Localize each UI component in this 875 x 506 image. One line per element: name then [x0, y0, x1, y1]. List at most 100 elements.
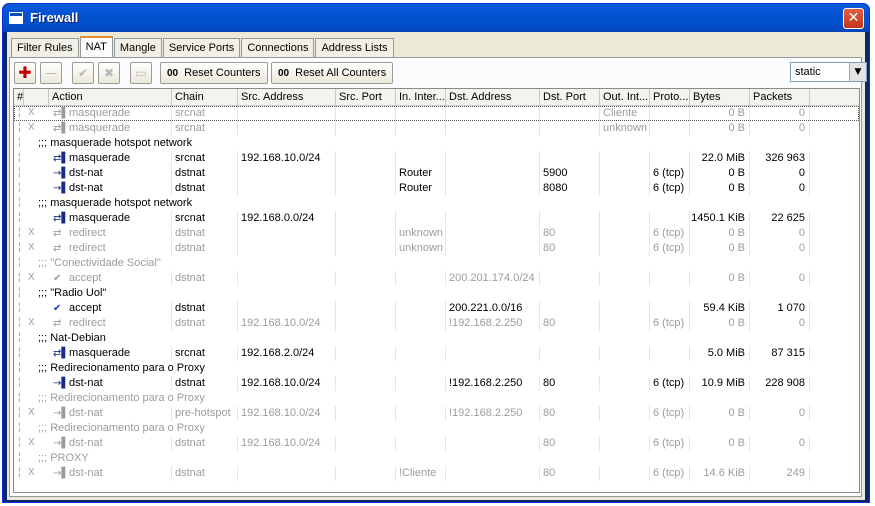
comment-row[interactable]: ¦ ;;; Redirecionamento para o Proxy [14, 361, 859, 376]
cell-protocol: 6 (tcp) [650, 226, 690, 241]
tab-address-lists[interactable]: Address Lists [315, 38, 394, 57]
cell-dst-address: !192.168.2.250 [446, 316, 540, 331]
cell-chain: dstnat [172, 166, 238, 181]
column-header-out-interface[interactable]: Out. Int... [600, 89, 650, 106]
counter-icon: 00 [278, 68, 290, 79]
disable-button[interactable]: ✖ [98, 62, 120, 84]
table-row[interactable]: ¦ X ⇄ redirect dstnat unknown 80 6 (tcp) 0 B0 [14, 241, 859, 256]
table-row[interactable]: ¦ ⇄▌masquerade srcnat 192.168.10.0/24 22.0 M… [14, 151, 859, 166]
comment-row[interactable]: ¦ ;;; Redirecionamento para o Proxy [14, 421, 859, 436]
table-row[interactable]: ¦ ✔ accept dstnat 200.221.0.0/16 59.4 KiB 1 07… [14, 301, 859, 316]
cell-bytes: 0 B [690, 241, 750, 256]
column-header-chain[interactable]: Chain [172, 89, 238, 106]
reset-counters-button[interactable]: 00 Reset Counters [160, 62, 268, 84]
comment-button[interactable]: ▭ [130, 62, 152, 84]
close-button[interactable]: ✕ [843, 8, 864, 29]
cell-in-interface [396, 436, 446, 451]
rule-comment: ;;; Nat-Debian [38, 332, 106, 344]
column-header-flag[interactable] [24, 89, 49, 106]
cell-src-port [336, 166, 396, 181]
row-marker: ¦ [18, 152, 21, 163]
tab-mangle[interactable]: Mangle [113, 38, 162, 57]
table-row[interactable]: ¦ X →▌dst-nat pre-hotspot 192.168.10.0/24 !19… [14, 406, 859, 421]
disabled-flag: X [28, 122, 35, 133]
rule-comment: ;;; Redirecionamento para o Proxy [38, 392, 205, 404]
column-header-src-address[interactable]: Src. Address [238, 89, 336, 106]
cell-packets: 0 [750, 226, 810, 241]
row-marker: ¦ [18, 422, 21, 433]
close-icon: ✕ [847, 10, 860, 26]
cell-bytes: 59.4 KiB [690, 301, 750, 316]
table-row[interactable]: ¦ X ✔ accept dstnat 200.201.174.0/24 0 B0 [14, 271, 859, 286]
cell-src-address: 192.168.10.0/24 [238, 406, 336, 421]
column-header-in-interface[interactable]: In. Inter... [396, 89, 446, 106]
enable-button[interactable]: ✔ [72, 62, 94, 84]
table-row[interactable]: ¦ ⇄▌masquerade srcnat 192.168.2.0/24 5.0 MiB… [14, 346, 859, 361]
cell-packets: 0 [750, 271, 810, 286]
cell-in-interface [396, 151, 446, 166]
cell-src-port [336, 406, 396, 421]
column-header-dst-address[interactable]: Dst. Address [446, 89, 540, 106]
table-row[interactable]: ¦ X →▌dst-nat dstnat 192.168.10.0/24 80 6 (tcp… [14, 436, 859, 451]
tab-connections[interactable]: Connections [241, 38, 315, 57]
table-row[interactable]: ¦ X ⇄ redirect dstnat unknown 80 6 (tcp) 0 B0 [14, 226, 859, 241]
comment-row[interactable]: ¦ ;;; PROXY [14, 451, 859, 466]
row-marker: ¦ [18, 332, 21, 343]
title-bar[interactable]: Firewall ✕ [3, 4, 869, 32]
comment-row[interactable]: ¦ ;;; Redirecionamento para o Proxy [14, 391, 859, 406]
cell-dst-address [446, 211, 540, 226]
rule-comment: ;;; masquerade hotspot network [38, 137, 193, 149]
column-header-action[interactable]: Action [49, 89, 172, 106]
cell-bytes: 0 B [690, 121, 750, 136]
table-row[interactable]: ¦ →▌dst-nat dstnat Router 8080 6 (tcp) 0 B0 [14, 181, 859, 196]
cell-packets: 0 [750, 106, 810, 121]
remove-button[interactable]: — [40, 62, 62, 84]
comment-row[interactable]: ¦ ;;; Nat-Debian [14, 331, 859, 346]
comment-row[interactable]: ¦ ;;; "Radio Uol" [14, 286, 859, 301]
cell-chain: dstnat [172, 436, 238, 451]
tab-service-ports[interactable]: Service Ports [162, 38, 241, 57]
reset-all-counters-button[interactable]: 00 Reset All Counters [271, 62, 394, 84]
action-label: masquerade [69, 152, 131, 164]
cell-dst-port: 80 [540, 226, 600, 241]
table-row[interactable]: ¦ →▌dst-nat dstnat 192.168.10.0/24 !192.168.… [14, 376, 859, 391]
cell-dst-port [540, 301, 600, 316]
cell-src-port [336, 271, 396, 286]
chevron-down-icon[interactable]: ▼ [849, 63, 866, 81]
add-button[interactable]: ✚ [14, 62, 36, 84]
filter-select[interactable]: static ▼ [790, 62, 867, 82]
cell-src-port [336, 436, 396, 451]
cell-dst-port: 80 [540, 436, 600, 451]
column-header-dst-port[interactable]: Dst. Port [540, 89, 600, 106]
cell-action: ⇄▌masquerade [49, 106, 172, 121]
column-header-hash[interactable]: # [14, 89, 24, 106]
reset-counters-label: Reset Counters [184, 67, 261, 79]
table-row[interactable]: ¦ X ⇄▌masquerade srcnat unknown 0 B0 [14, 121, 859, 136]
cell-protocol [650, 271, 690, 286]
table-row[interactable]: ¦ X ⇄ redirect dstnat 192.168.10.0/24 !192.168… [14, 316, 859, 331]
table-row[interactable]: ¦ X →▌dst-nat dstnat !Cliente 80 6 (tcp) 14.6 K… [14, 466, 859, 481]
table-row[interactable]: ¦ →▌dst-nat dstnat Router 5900 6 (tcp) 0 B0 [14, 166, 859, 181]
row-marker: ¦ [18, 137, 21, 148]
cell-src-address: 192.168.10.0/24 [238, 316, 336, 331]
cell-action: ⇄▌masquerade [49, 121, 172, 136]
cell-protocol: 6 (tcp) [650, 181, 690, 196]
column-header-bytes[interactable]: Bytes [690, 89, 750, 106]
cell-protocol: 6 (tcp) [650, 406, 690, 421]
tab-nat[interactable]: NAT [79, 36, 113, 57]
table-row[interactable]: ¦ ⇄▌masquerade srcnat 192.168.0.0/24 1450.1 … [14, 211, 859, 226]
comment-row[interactable]: ¦ ;;; masquerade hotspot network [14, 136, 859, 151]
cell-dst-port: 80 [540, 241, 600, 256]
cell-dst-address [446, 436, 540, 451]
tab-filter-rules[interactable]: Filter Rules [11, 38, 79, 57]
comment-row[interactable]: ¦ ;;; masquerade hotspot network [14, 196, 859, 211]
column-header-src-port[interactable]: Src. Port [336, 89, 396, 106]
column-header-protocol[interactable]: Proto... [650, 89, 690, 106]
column-header-packets[interactable]: Packets [750, 89, 810, 106]
cell-bytes: 0 B [690, 316, 750, 331]
comment-row[interactable]: ¦ ;;; "Conectividade Social" [14, 256, 859, 271]
action-label: dst-nat [69, 437, 103, 449]
action-label: redirect [69, 242, 106, 254]
table-row[interactable]: ¦ X ⇄▌masquerade srcnat Cliente 0 B0 [14, 106, 859, 121]
minus-icon: — [45, 66, 57, 80]
